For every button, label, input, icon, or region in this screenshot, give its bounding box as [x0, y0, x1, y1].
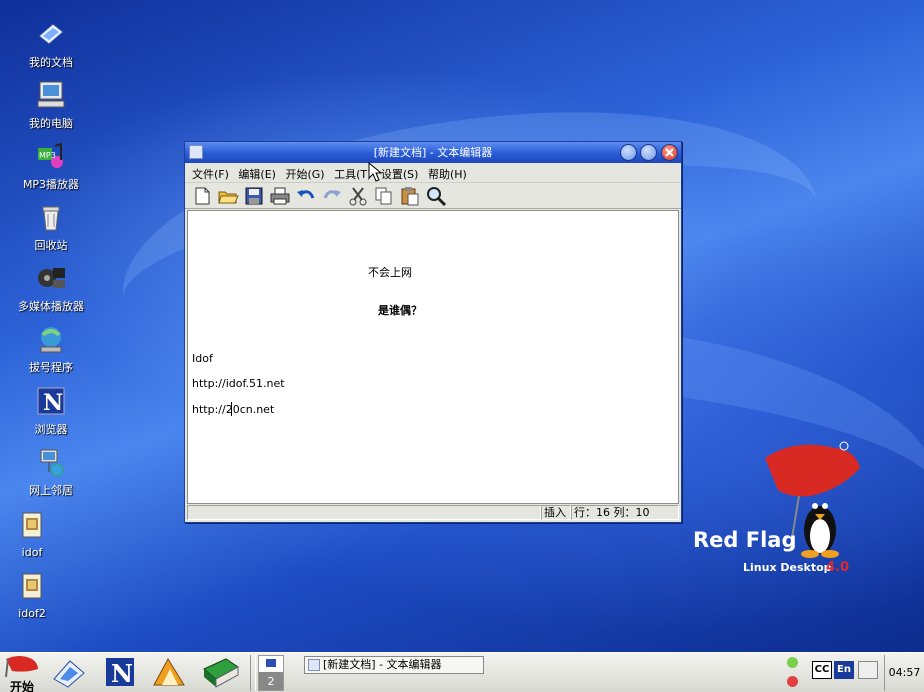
desktop-icon-idof[interactable]: idof	[0, 510, 77, 559]
status-cursor-position: 行：16 列：10	[571, 505, 679, 520]
start-button[interactable]: 开始	[2, 655, 42, 692]
mp3-player-icon: MP3	[35, 140, 67, 172]
minimize-icon[interactable]	[620, 144, 637, 161]
text-line: http://20cn.net	[192, 403, 275, 416]
desktop-icon-media-player[interactable]: 多媒体播放器	[6, 262, 96, 314]
mouse-pointer-icon	[368, 161, 383, 185]
browser-icon: N	[35, 385, 67, 417]
paste-icon[interactable]	[399, 186, 421, 206]
svg-text:MP3: MP3	[39, 151, 56, 160]
desktop-icon-mp3[interactable]: MP3 MP3播放器	[6, 140, 96, 192]
pager-desktop-1[interactable]	[259, 656, 283, 673]
find-icon[interactable]	[425, 186, 447, 206]
close-icon[interactable]	[661, 144, 678, 161]
desktop-icon-my-documents[interactable]: 我的文档	[6, 18, 96, 70]
open-folder-icon[interactable]	[217, 186, 239, 206]
desktop-icon-my-computer[interactable]: 我的电脑	[6, 79, 96, 131]
window-titlebar[interactable]: [新建文档] - 文本编辑器	[185, 142, 681, 163]
brand-tagline: Linux Desktop	[743, 561, 832, 574]
keyboard-settings-icon[interactable]	[858, 661, 878, 679]
quicklaunch-desktop-icon[interactable]	[48, 655, 88, 691]
editor-task-icon	[308, 659, 320, 671]
pager-desktop-2[interactable]: 2	[259, 673, 283, 690]
status-insert-mode: 插入	[541, 505, 571, 520]
toolbar	[185, 183, 681, 209]
quicklaunch-book-icon[interactable]	[200, 655, 242, 691]
dialup-icon	[35, 323, 67, 355]
tray-status-icons[interactable]	[784, 655, 800, 691]
menu-file[interactable]: 文件(F)	[189, 163, 232, 185]
status-bar: 插入 行：16 列：10	[187, 505, 679, 520]
task-label: [新建文档] - 文本编辑器	[323, 658, 442, 671]
svg-text:N: N	[111, 659, 133, 688]
start-label: 开始	[9, 680, 34, 692]
file-icon	[16, 571, 48, 603]
text-cursor	[231, 402, 232, 416]
desktop-icon-dialup[interactable]: 拔号程序	[6, 323, 96, 375]
text-editor-window: [新建文档] - 文本编辑器 文件(F) 编辑(E) 开始(G) 工具(T) 设…	[184, 141, 682, 523]
desktop: 我的文档 我的电脑 MP3 MP3播放器 回收站 多媒体播放器 拔号程序 N 浏	[0, 0, 924, 652]
redo-icon[interactable]	[321, 186, 343, 206]
menu-edit[interactable]: 编辑(E)	[235, 163, 279, 185]
my-documents-icon	[35, 18, 67, 50]
text-line: 不会上网	[368, 266, 412, 279]
cut-icon[interactable]	[347, 186, 369, 206]
media-player-icon	[35, 262, 67, 294]
desktop-icon-idof2[interactable]: idof2	[0, 571, 77, 620]
trash-icon	[35, 201, 67, 233]
desktop-icon-network[interactable]: 网上邻居	[6, 446, 96, 498]
quicklaunch-browser-icon[interactable]: N	[104, 655, 136, 689]
print-icon[interactable]	[269, 186, 291, 206]
brand-name: Red Flag	[693, 528, 797, 552]
taskbar: 开始 N 2 [新建文档] - 文本编辑器 CC En 04:57	[0, 652, 924, 692]
svg-text:N: N	[43, 390, 63, 416]
menu-settings[interactable]: 设置(S)	[378, 163, 422, 185]
status-message	[187, 505, 541, 520]
computer-icon	[35, 79, 67, 111]
input-method-icon[interactable]: CC	[812, 661, 832, 679]
maximize-icon[interactable]	[640, 144, 657, 161]
copy-icon[interactable]	[373, 186, 395, 206]
desktop-pager[interactable]: 2	[258, 655, 284, 691]
menu-go[interactable]: 开始(G)	[282, 163, 327, 185]
new-file-icon[interactable]	[191, 186, 213, 206]
language-indicator[interactable]: En	[834, 661, 854, 679]
text-line: 是谁偶？	[378, 304, 422, 317]
save-icon[interactable]	[243, 186, 265, 206]
brand-version: 4.0	[826, 560, 850, 575]
menu-bar: 文件(F) 编辑(E) 开始(G) 工具(T) 设置(S) 帮助(H)	[185, 163, 681, 183]
clock[interactable]: 04:57	[884, 655, 924, 691]
quicklaunch-office-icon[interactable]	[150, 655, 190, 691]
desktop-icon-browser[interactable]: N 浏览器	[6, 385, 96, 437]
desktop-icon-trash[interactable]: 回收站	[6, 201, 96, 253]
file-icon	[16, 510, 48, 542]
window-title: [新建文档] - 文本编辑器	[373, 146, 493, 159]
network-status-icon	[786, 657, 798, 668]
undo-icon[interactable]	[295, 186, 317, 206]
menu-help[interactable]: 帮助(H)	[425, 163, 470, 185]
text-editor-area[interactable]: 不会上网 是谁偶？ Idof http://idof.51.net http:/…	[187, 210, 679, 504]
text-line: Idof	[192, 352, 213, 365]
task-button-text-editor[interactable]: [新建文档] - 文本编辑器	[304, 656, 484, 674]
taskbar-separator	[250, 655, 256, 691]
network-icon	[35, 446, 67, 478]
power-status-icon	[786, 676, 798, 687]
text-line: http://idof.51.net	[192, 377, 285, 390]
window-menu-icon[interactable]	[189, 145, 203, 159]
